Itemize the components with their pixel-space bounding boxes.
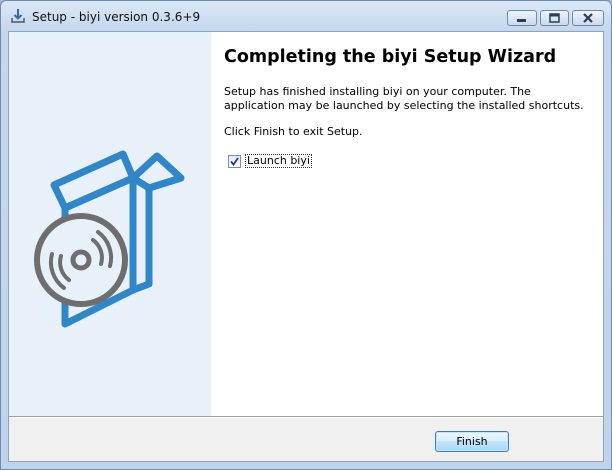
- wizard-sidebar: [9, 32, 211, 416]
- page-title: Completing the biyi Setup Wizard: [224, 47, 557, 67]
- minimize-icon: [517, 19, 526, 22]
- exit-instruction: Click Finish to exit Setup.: [224, 125, 363, 138]
- window-title: Setup - biyi version 0.3.6+9: [32, 10, 201, 24]
- software-box-with-disc-icon: [34, 150, 185, 328]
- launch-checkbox-label[interactable]: Launch biyi: [245, 154, 312, 168]
- close-button[interactable]: [572, 10, 604, 26]
- maximize-icon: [549, 13, 560, 23]
- minimize-button[interactable]: [507, 10, 537, 26]
- finish-message: Setup has finished installing biyi on yo…: [224, 85, 584, 112]
- finish-button[interactable]: Finish: [435, 431, 509, 452]
- footer-divider: [9, 416, 603, 418]
- title-bar[interactable]: Setup - biyi version 0.3.6+9: [1, 1, 611, 31]
- maximize-button[interactable]: [540, 10, 569, 26]
- wizard-body: Completing the biyi Setup Wizard Setup h…: [8, 31, 604, 462]
- installer-download-icon: [11, 9, 25, 23]
- setup-window: Setup - biyi version 0.3.6+9 Completing …: [0, 0, 612, 470]
- wizard-content: Completing the biyi Setup Wizard Setup h…: [211, 32, 603, 416]
- close-icon: [583, 13, 593, 23]
- launch-checkbox-row[interactable]: Launch biyi: [228, 154, 312, 168]
- launch-checkbox[interactable]: [228, 154, 241, 168]
- checkmark-icon: [230, 156, 239, 166]
